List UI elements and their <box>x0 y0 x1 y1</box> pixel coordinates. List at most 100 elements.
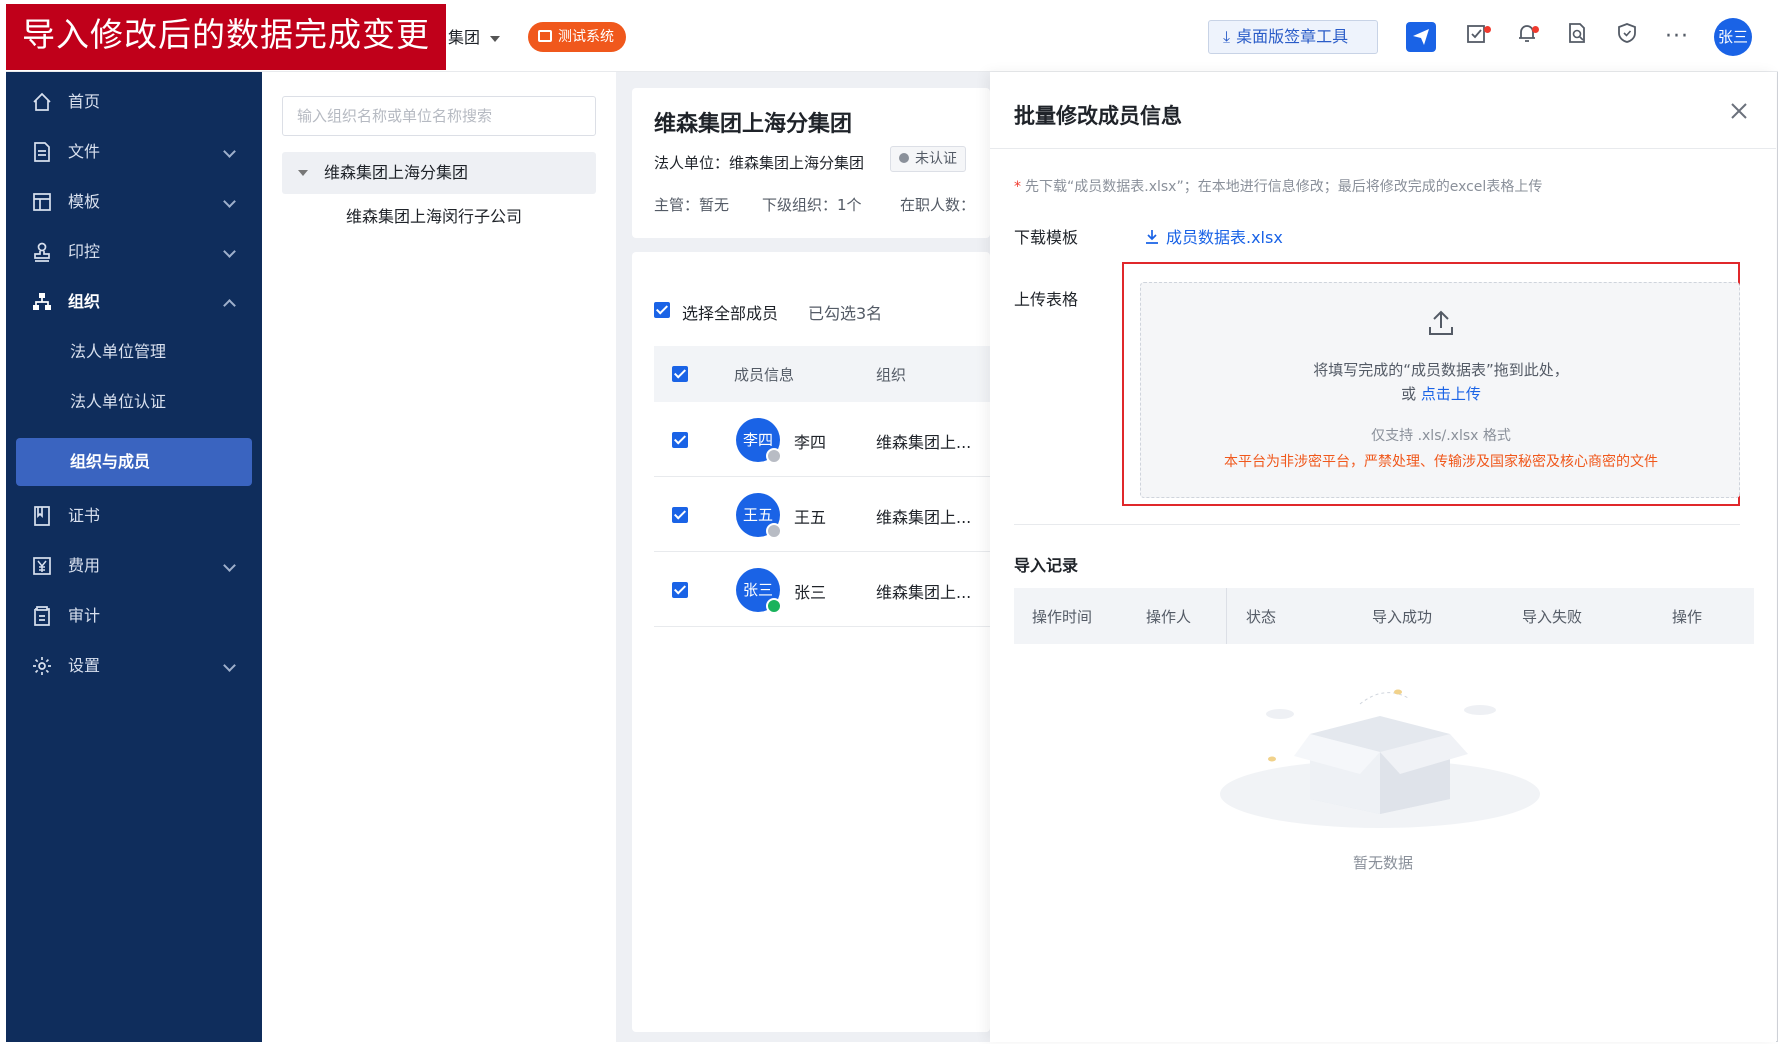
shield-verify-icon[interactable] <box>1612 22 1642 52</box>
select-all-checkbox[interactable] <box>654 302 670 318</box>
sidebar-item-label: 首页 <box>68 92 101 111</box>
sidebar-subitem-legal-entity-mgmt[interactable]: 法人单位管理 <box>6 328 262 376</box>
col-operator: 操作人 <box>1146 608 1192 626</box>
sidebar-item-label: 组织 <box>68 292 101 311</box>
yen-icon <box>33 557 51 575</box>
chevron-down-icon <box>223 145 236 158</box>
tree-node-root[interactable]: 维森集团上海分集团 <box>282 152 596 194</box>
instruction-text: 先下载“成员数据表.xlsx”；在本地进行信息修改；最后将修改完成的excel表… <box>1025 179 1543 195</box>
instruction-tip: * 先下载“成员数据表.xlsx”；在本地进行信息修改；最后将修改完成的excel… <box>1014 176 1542 196</box>
col-org: 组织 <box>876 366 907 384</box>
sidebar-item-label: 文件 <box>68 142 101 161</box>
org-tree-panel: 输入组织名称或单位名称搜索 维森集团上海分集团 维森集团上海闵行子公司 <box>262 72 616 1042</box>
member-avatar: 李四 <box>736 418 782 464</box>
sidebar-item-organization[interactable]: 组织 <box>6 278 262 326</box>
env-badge: 测试系统 <box>528 22 626 52</box>
empty-state-text: 暂无数据 <box>1352 854 1413 872</box>
member-list-card: 选择全部成员 已勾选3名 成员信息 组织 李四 李四 维森集团上... 王五 王… <box>632 252 990 1032</box>
chevron-down-icon <box>223 659 236 672</box>
sidebar-subitem-org-members[interactable]: 组织与成员 <box>16 438 252 486</box>
desktop-sign-tool-label: 桌面版签章工具 <box>1236 27 1349 46</box>
close-icon[interactable] <box>1726 98 1752 124</box>
required-star: * <box>1014 179 1021 195</box>
stamp-icon <box>34 242 50 262</box>
status-ok-icon <box>766 598 782 614</box>
upload-format-hint: 仅支持 .xls/.xlsx 格式 <box>1371 428 1511 444</box>
download-link-text: 成员数据表.xlsx <box>1166 228 1283 247</box>
sidebar: 首页 文件 模板 印控 组织 法人单位管理 法人单位认证 组织与成员 证书 费用 <box>6 72 262 1042</box>
status-pending-icon <box>766 448 782 464</box>
sidebar-item-fees[interactable]: 费用 <box>6 542 262 590</box>
org-search-input[interactable]: 输入组织名称或单位名称搜索 <box>282 96 596 136</box>
sidebar-item-certificates[interactable]: 证书 <box>6 492 262 540</box>
row-checkbox[interactable] <box>672 582 688 598</box>
avatar-text: 王五 <box>742 506 773 524</box>
chevron-down-icon <box>223 195 236 208</box>
col-actions: 操作 <box>1672 608 1703 626</box>
sidebar-subitem-legal-entity-cert[interactable]: 法人单位认证 <box>6 378 262 426</box>
notification-dot <box>1532 26 1539 33</box>
sidebar-item-seal-control[interactable]: 印控 <box>6 228 262 276</box>
sidebar-item-label: 设置 <box>68 656 101 675</box>
cert-status-label: 未认证 <box>915 151 957 167</box>
annotation-banner: 导入修改后的数据完成变更 <box>6 4 446 70</box>
sidebar-item-home[interactable]: 首页 <box>6 78 262 126</box>
user-avatar[interactable]: 张三 <box>1714 18 1752 56</box>
template-icon <box>33 193 51 211</box>
drawer-title: 批量修改成员信息 <box>1014 104 1182 128</box>
row-checkbox[interactable] <box>672 507 688 523</box>
org-name: 集团 <box>448 28 481 47</box>
env-badge-label: 测试系统 <box>558 29 614 45</box>
import-records-title: 导入记录 <box>1014 556 1079 575</box>
audit-icon <box>34 606 50 626</box>
sidebar-item-label: 证书 <box>68 506 101 525</box>
tree-node-child[interactable]: 维森集团上海闵行子公司 <box>346 202 522 232</box>
sidebar-item-label: 印控 <box>68 242 101 261</box>
column-divider <box>1226 588 1227 644</box>
member-name: 王五 <box>794 508 827 527</box>
cert-status-tag: 未认证 <box>890 146 966 172</box>
more-icon[interactable]: ··· <box>1662 22 1692 52</box>
col-import-success: 导入成功 <box>1372 608 1433 626</box>
send-icon[interactable] <box>1406 22 1436 52</box>
sidebar-item-label: 审计 <box>68 606 101 625</box>
member-org: 维森集团上... <box>876 433 972 452</box>
table-row[interactable]: 李四 李四 维森集团上... <box>654 402 990 477</box>
divider <box>990 148 1776 149</box>
status-icon <box>899 153 909 163</box>
table-row[interactable]: 张三 张三 维森集团上... <box>654 552 990 627</box>
doc-search-icon[interactable] <box>1562 22 1592 52</box>
member-avatar: 张三 <box>736 568 782 614</box>
click-upload-link[interactable]: 点击上传 <box>1421 385 1481 403</box>
upload-or: 或 <box>1401 385 1417 403</box>
sidebar-item-settings[interactable]: 设置 <box>6 642 262 690</box>
sidebar-item-templates[interactable]: 模板 <box>6 178 262 226</box>
member-avatar: 王五 <box>736 493 782 539</box>
member-org: 维森集团上... <box>876 583 972 602</box>
chevron-down-icon <box>223 559 236 572</box>
org-switcher[interactable]: 集团 <box>448 24 501 48</box>
upload-dropzone[interactable]: 将填写完成的“成员数据表”拖到此处， 或 点击上传 仅支持 .xls/.xlsx… <box>1140 282 1740 498</box>
staff-count: 在职人数： <box>900 196 976 214</box>
supervisor-label: 主管：暂无 <box>654 196 730 214</box>
notification-dot <box>1484 26 1491 33</box>
org-info-card: 维森集团上海分集团 法人单位：维森集团上海分集团 未认证 主管：暂无 下级组织：… <box>632 88 990 238</box>
table-row[interactable]: 王五 王五 维森集团上... <box>654 477 990 552</box>
selected-count: 已勾选3名 <box>808 304 883 323</box>
org-title: 维森集团上海分集团 <box>654 112 853 137</box>
sidebar-subitem-label: 法人单位认证 <box>70 392 167 411</box>
member-name: 张三 <box>794 583 827 602</box>
sidebar-item-label: 模板 <box>68 192 101 211</box>
upload-sheet-label: 上传表格 <box>1014 290 1079 309</box>
download-template-link[interactable]: 成员数据表.xlsx <box>1144 224 1283 248</box>
sidebar-item-files[interactable]: 文件 <box>6 128 262 176</box>
desktop-sign-tool-button[interactable]: ⤓ 桌面版签章工具 <box>1208 20 1378 54</box>
upload-icon <box>1429 310 1453 335</box>
header-checkbox[interactable] <box>672 366 688 382</box>
sidebar-item-audit[interactable]: 审计 <box>6 592 262 640</box>
badge-icon <box>538 30 552 42</box>
gear-icon <box>33 657 51 675</box>
row-checkbox[interactable] <box>672 432 688 448</box>
chevron-up-icon <box>223 299 236 312</box>
records-table-header: 操作时间 操作人 状态 导入成功 导入失败 操作 <box>1014 588 1754 644</box>
